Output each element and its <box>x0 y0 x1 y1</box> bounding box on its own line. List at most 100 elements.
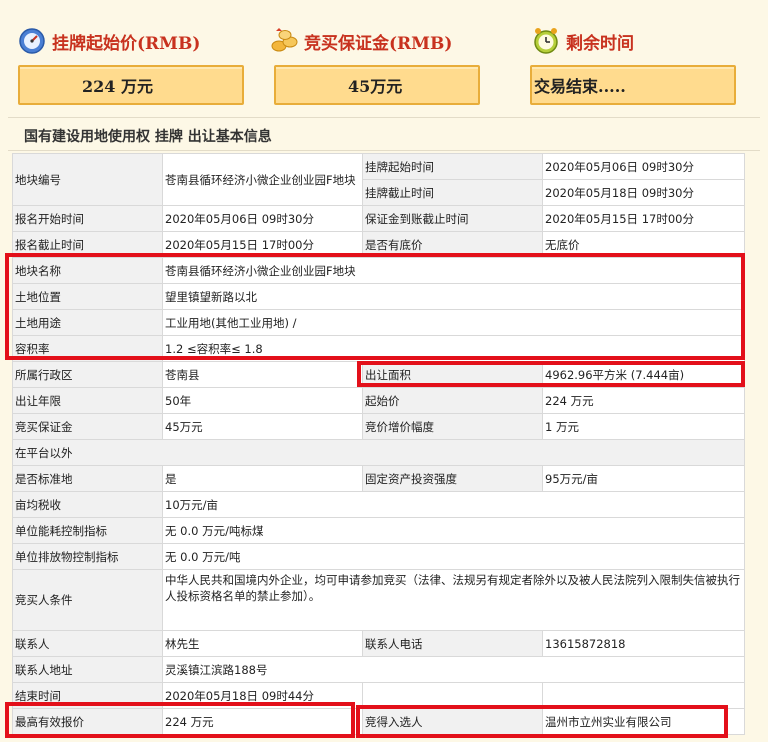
table-row: 出让年限 50年 起始价 224 万元 <box>12 387 745 414</box>
bid-deposit-label: 竞买保证金 <box>12 413 163 440</box>
table-row: 单位能耗控制指标 无 0.0 万元/吨标煤 <box>12 517 745 544</box>
emission-label: 单位排放物控制指标 <box>12 543 163 570</box>
energy-value: 无 0.0 万元/吨标煤 <box>162 517 745 544</box>
area-value: 4962.96平方米 (7.444亩) <box>542 361 745 388</box>
listing-end-label: 挂牌截止时间 <box>362 179 543 206</box>
reserve-label: 是否有底价 <box>362 231 543 258</box>
deposit-value: 45万元 <box>348 77 403 96</box>
deposit-label: 竞买保证金(RMB) <box>304 33 453 54</box>
table-row: 亩均税收 10万元/亩 <box>12 491 745 518</box>
start-price-header: 挂牌起始价(RMB) <box>18 24 200 58</box>
far-label: 容积率 <box>12 335 163 362</box>
remaining-header: 剩余时间 <box>532 24 634 58</box>
summary-bar: 挂牌起始价(RMB) 224 万元 竞买保证金(RMB) 45万元 剩余时间 交… <box>0 0 768 118</box>
parcel-name-label: 地块名称 <box>12 257 163 284</box>
deposit-deadline-label: 保证金到账截止时间 <box>362 205 543 232</box>
increment-value: 1 万元 <box>542 413 745 440</box>
reg-end-value: 2020年05月15日 17时00分 <box>162 231 363 258</box>
table-row: 是否标准地 是 固定资产投资强度 95万元/亩 <box>12 465 745 492</box>
tax-label: 亩均税收 <box>12 491 163 518</box>
deposit-box: 45万元 <box>274 65 480 105</box>
land-info-table: 地块编号 苍南县循环经济小微企业创业园F地块 挂牌起始时间 2020年05月06… <box>12 153 745 735</box>
listing-start-value: 2020年05月06日 09时30分 <box>542 153 745 180</box>
bidder-label: 竞买人条件 <box>12 569 163 631</box>
district-label: 所属行政区 <box>12 361 163 388</box>
highest-bid-value: 224 万元 <box>162 708 363 735</box>
table-row: 报名截止时间 2020年05月15日 17时00分 是否有底价 无底价 <box>12 231 745 258</box>
winner-value: 温州市立州实业有限公司 <box>542 708 745 735</box>
divider <box>8 117 760 118</box>
start-price-label: 起始价 <box>362 387 543 414</box>
table-row: 报名开始时间 2020年05月06日 09时30分 保证金到账截止时间 2020… <box>12 205 745 232</box>
land-use-value: 工业用地(其他工业用地) / <box>162 309 745 336</box>
table-row: 结束时间 2020年05月18日 09时44分 <box>12 682 745 709</box>
section-title: 国有建设用地使用权 挂牌 出让基本信息 <box>24 129 272 145</box>
reg-end-label: 报名截止时间 <box>12 231 163 258</box>
reserve-value: 无底价 <box>542 231 745 258</box>
start-price-value: 224 万元 <box>82 77 153 96</box>
far-value: 1.2 ≤容积率≤ 1.8 <box>162 335 745 362</box>
start-price-box: 224 万元 <box>18 65 244 105</box>
divider <box>8 150 760 151</box>
parcel-name-value: 苍南县循环经济小微企业创业园F地块 <box>162 257 745 284</box>
table-row: 土地位置 望里镇望新路以北 <box>12 283 745 310</box>
coins-icon <box>270 27 298 55</box>
highest-bid-label: 最高有效报价 <box>12 708 163 735</box>
table-row: 地块编号 苍南县循环经济小微企业创业园F地块 挂牌起始时间 2020年05月06… <box>12 153 745 206</box>
standard-label: 是否标准地 <box>12 465 163 492</box>
table-row: 在平台以外 <box>12 439 745 466</box>
table-row: 竞买保证金 45万元 竞价增价幅度 1 万元 <box>12 413 745 440</box>
term-label: 出让年限 <box>12 387 163 414</box>
listing-start-label: 挂牌起始时间 <box>362 153 543 180</box>
table-row: 最高有效报价 224 万元 竞得入选人 温州市立州实业有限公司 <box>12 708 745 735</box>
emission-value: 无 0.0 万元/吨 <box>162 543 745 570</box>
address-label: 联系人地址 <box>12 656 163 683</box>
term-value: 50年 <box>162 387 363 414</box>
table-row: 联系人地址 灵溪镇江滨路188号 <box>12 656 745 683</box>
listing-end-value: 2020年05月18日 09时30分 <box>542 179 745 206</box>
deposit-deadline-value: 2020年05月15日 17时00分 <box>542 205 745 232</box>
parcel-no-value: 苍南县循环经济小微企业创业园F地块 <box>162 153 363 206</box>
platform-note: 在平台以外 <box>12 439 745 466</box>
location-label: 土地位置 <box>12 283 163 310</box>
table-row: 土地用途 工业用地(其他工业用地) / <box>12 309 745 336</box>
alarm-clock-icon <box>532 27 560 55</box>
empty-cell <box>542 682 745 709</box>
winner-label: 竞得入选人 <box>362 708 543 735</box>
energy-label: 单位能耗控制指标 <box>12 517 163 544</box>
location-value: 望里镇望新路以北 <box>162 283 745 310</box>
gauge-icon <box>18 27 46 55</box>
end-time-label: 结束时间 <box>12 682 163 709</box>
standard-value: 是 <box>162 465 363 492</box>
table-row: 地块名称 苍南县循环经济小微企业创业园F地块 <box>12 257 745 284</box>
land-use-label: 土地用途 <box>12 309 163 336</box>
reg-start-label: 报名开始时间 <box>12 205 163 232</box>
empty-cell <box>362 682 543 709</box>
table-row: 竞买人条件 中华人民共和国境内外企业，均可申请参加竞买（法律、法规另有规定者除外… <box>12 569 745 631</box>
investment-label: 固定资产投资强度 <box>362 465 543 492</box>
tax-value: 10万元/亩 <box>162 491 745 518</box>
investment-value: 95万元/亩 <box>542 465 745 492</box>
district-value: 苍南县 <box>162 361 363 388</box>
parcel-no-label: 地块编号 <box>12 153 163 206</box>
deposit-header: 竞买保证金(RMB) <box>270 24 452 58</box>
increment-label: 竞价增价幅度 <box>362 413 543 440</box>
contact-label: 联系人 <box>12 630 163 657</box>
contact-value: 林先生 <box>162 630 363 657</box>
start-price-value: 224 万元 <box>542 387 745 414</box>
reg-start-value: 2020年05月06日 09时30分 <box>162 205 363 232</box>
bid-deposit-value: 45万元 <box>162 413 363 440</box>
end-time-value: 2020年05月18日 09时44分 <box>162 682 363 709</box>
address-value: 灵溪镇江滨路188号 <box>162 656 745 683</box>
phone-value: 13615872818 <box>542 630 745 657</box>
remaining-box: 交易结束..... <box>530 65 736 105</box>
table-row: 所属行政区 苍南县 出让面积 4962.96平方米 (7.444亩) <box>12 361 745 388</box>
start-price-label: 挂牌起始价(RMB) <box>52 33 201 54</box>
remaining-value: 交易结束..... <box>534 77 626 96</box>
table-row: 单位排放物控制指标 无 0.0 万元/吨 <box>12 543 745 570</box>
remaining-label: 剩余时间 <box>566 33 634 54</box>
phone-label: 联系人电话 <box>362 630 543 657</box>
area-label: 出让面积 <box>362 361 543 388</box>
table-row: 容积率 1.2 ≤容积率≤ 1.8 <box>12 335 745 362</box>
table-row: 联系人 林先生 联系人电话 13615872818 <box>12 630 745 657</box>
